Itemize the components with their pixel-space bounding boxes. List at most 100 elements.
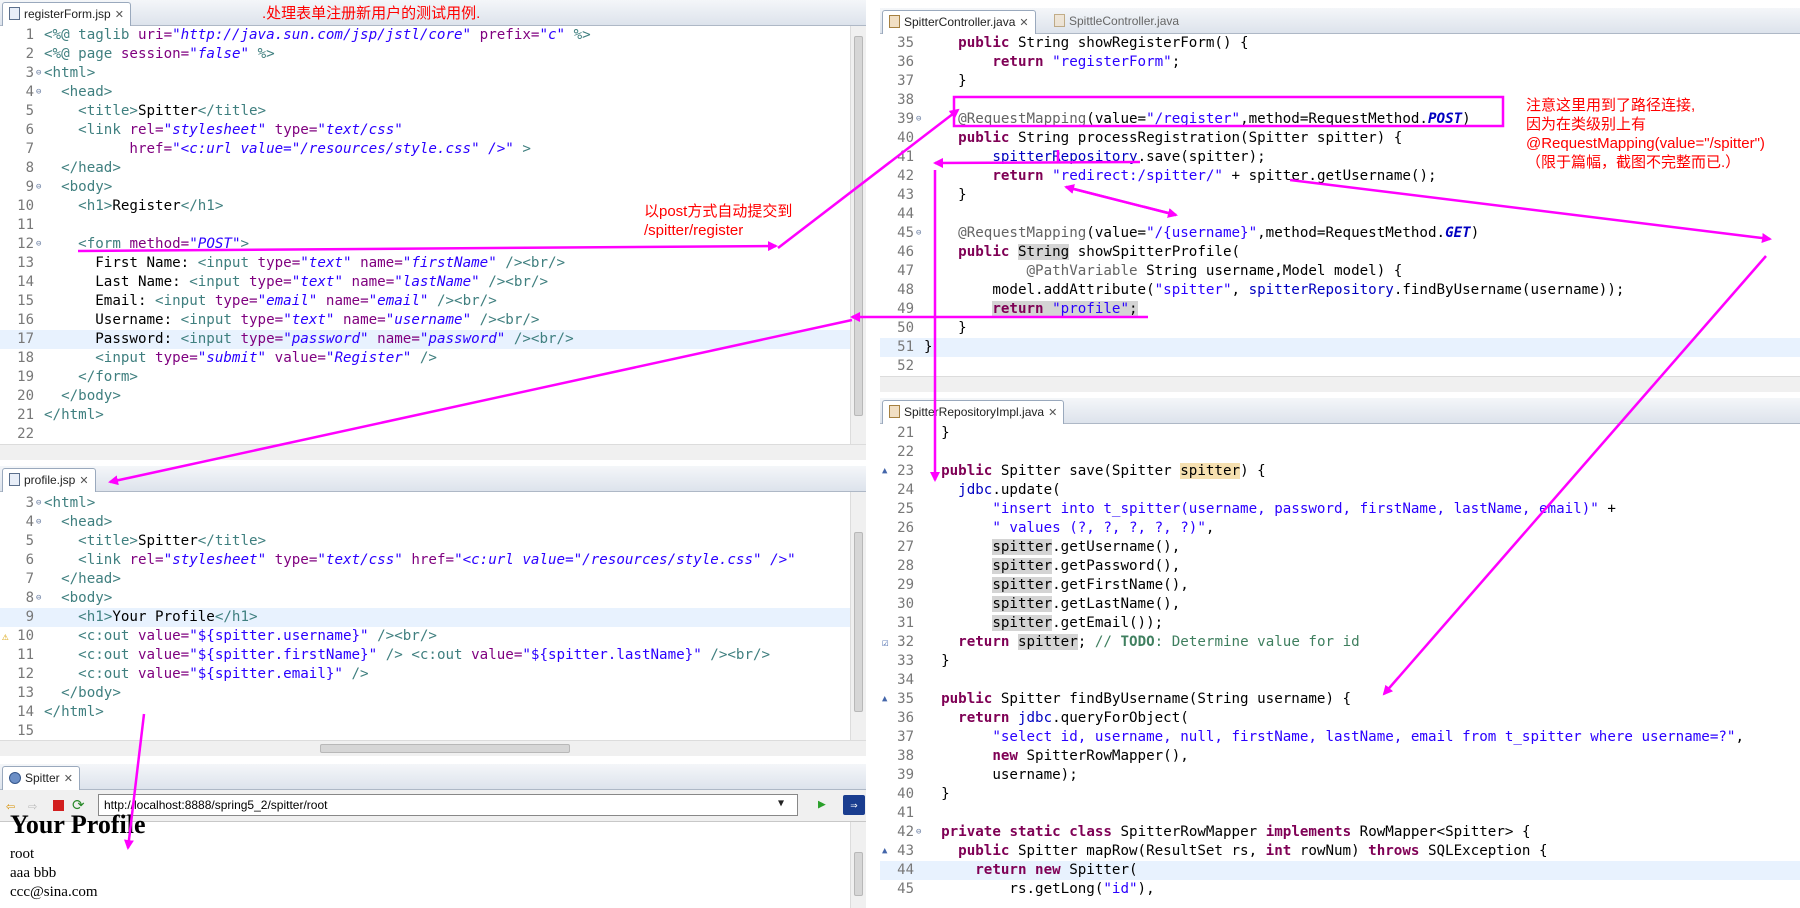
code-line[interactable]: 40 } [880, 785, 1800, 804]
code-line[interactable]: 23 ▲ public Spitter save(Spitter spitter)… [880, 462, 1800, 481]
code-line[interactable]: 9 ⊖ <body> [0, 178, 850, 197]
code-line[interactable]: 5 <title>Spitter</title> [0, 532, 850, 551]
url-dropdown-icon[interactable]: ▼ [778, 798, 784, 809]
override-marker-icon[interactable]: ▲ [882, 690, 887, 709]
code-line[interactable]: 6 <link rel="stylesheet" type="text/css"… [0, 551, 850, 570]
fold-icon[interactable]: ⊖ [36, 235, 41, 254]
code-line[interactable]: 10 ⚠ <c:out value="${spitter.username}" /… [0, 627, 850, 646]
code-line[interactable]: 30 spitter.getLastName(), [880, 595, 1800, 614]
code-line[interactable]: 43 ▲ public Spitter mapRow(ResultSet rs, … [880, 842, 1800, 861]
code-line[interactable]: 44 return new Spitter( [880, 861, 1800, 880]
code-line[interactable]: 35 public String showRegisterForm() { [880, 34, 1800, 53]
code-line[interactable]: 9 <h1>Your Profile</h1> [0, 608, 850, 627]
code-line[interactable]: 20 </body> [0, 387, 850, 406]
code-line[interactable]: 31 spitter.getEmail()); [880, 614, 1800, 633]
fold-icon[interactable]: ⊖ [36, 83, 41, 102]
repository-code[interactable]: 21 } 22 23 ▲ public Spitter save(Spitter sp… [880, 424, 1800, 908]
controller-code[interactable]: 35 public String showRegisterForm() {36 … [880, 34, 1800, 392]
code-line[interactable]: 39 username); [880, 766, 1800, 785]
code-line[interactable]: 3 ⊖ <html> [0, 64, 850, 83]
tab-profile[interactable]: profile.jsp ✕ [2, 468, 96, 492]
code-line[interactable]: 27 spitter.getUsername(), [880, 538, 1800, 557]
code-line[interactable]: 21 </html> [0, 406, 850, 425]
code-line[interactable]: 5 <title>Spitter</title> [0, 102, 850, 121]
fold-icon[interactable]: ⊖ [916, 224, 921, 243]
code-line[interactable]: 21 } [880, 424, 1800, 443]
code-line[interactable]: 6 <link rel="stylesheet" type="text/css" [0, 121, 850, 140]
fold-icon[interactable]: ⊖ [916, 110, 921, 129]
code-line[interactable]: 15 Email: <input type="email" name="emai… [0, 292, 850, 311]
code-line[interactable]: 19 </form> [0, 368, 850, 387]
code-line[interactable]: 42 ⊖ private static class SpitterRowMappe… [880, 823, 1800, 842]
launch-icon[interactable]: ⇒ [843, 795, 865, 815]
code-line[interactable]: 18 <input type="submit" value="Register"… [0, 349, 850, 368]
code-line[interactable]: 22 [880, 443, 1800, 462]
register-form-hscroll[interactable] [0, 444, 866, 460]
fold-icon[interactable]: ⊖ [36, 494, 41, 513]
fold-icon[interactable]: ⊖ [36, 64, 41, 83]
code-line[interactable]: 8 ⊖ <body> [0, 589, 850, 608]
code-line[interactable]: 47 @PathVariable String username,Model m… [880, 262, 1800, 281]
code-line[interactable]: 17 Password: <input type="password" name… [0, 330, 850, 349]
code-line[interactable]: 11 <c:out value="${spitter.firstName}" /… [0, 646, 850, 665]
code-line[interactable]: 8 </head> [0, 159, 850, 178]
fold-icon[interactable]: ⊖ [36, 513, 41, 532]
tab-register-form[interactable]: registerForm.jsp ✕ [2, 2, 131, 26]
code-line[interactable]: 14 Last Name: <input type="text" name="l… [0, 273, 850, 292]
go-icon[interactable]: ▶ [818, 797, 826, 812]
profile-vscroll[interactable] [850, 492, 866, 740]
code-line[interactable]: 4 ⊖ <head> [0, 513, 850, 532]
code-line[interactable]: 35 ▲ public Spitter findByUsername(String… [880, 690, 1800, 709]
code-line[interactable]: 34 [880, 671, 1800, 690]
code-line[interactable]: 49 return "profile"; [880, 300, 1800, 319]
code-line[interactable]: 41 [880, 804, 1800, 823]
code-line[interactable]: 7 </head> [0, 570, 850, 589]
code-line[interactable]: 38 new SpitterRowMapper(), [880, 747, 1800, 766]
code-line[interactable]: 45 ⊖ @RequestMapping(value="/{username}",… [880, 224, 1800, 243]
code-line[interactable]: 26 " values (?, ?, ?, ?, ?)", [880, 519, 1800, 538]
code-line[interactable]: 29 spitter.getFirstName(), [880, 576, 1800, 595]
tab-spitter-controller[interactable]: SpitterController.java ✕ [882, 10, 1036, 34]
override-marker-icon[interactable]: ▲ [882, 842, 887, 861]
code-line[interactable]: 45 rs.getLong("id"), [880, 880, 1800, 899]
code-line[interactable]: 28 spitter.getPassword(), [880, 557, 1800, 576]
close-icon[interactable]: ✕ [1048, 407, 1057, 419]
fold-icon[interactable]: ⊖ [36, 589, 41, 608]
code-line[interactable]: 13 </body> [0, 684, 850, 703]
code-line[interactable]: 24 jdbc.update( [880, 481, 1800, 500]
register-form-vscroll[interactable] [850, 26, 866, 444]
register-form-code[interactable]: 1 <%@ taglib uri="http://java.sun.com/jsp… [0, 26, 866, 460]
code-line[interactable]: 13 First Name: <input type="text" name="… [0, 254, 850, 273]
code-line[interactable]: 12 <c:out value="${spitter.email}" /> [0, 665, 850, 684]
profile-hscroll[interactable] [0, 740, 866, 756]
code-line[interactable]: 50 } [880, 319, 1800, 338]
code-line[interactable]: 43 } [880, 186, 1800, 205]
profile-code[interactable]: 3 ⊖ <html> 4 ⊖ <head> 5 <title>Spitter</title… [0, 492, 866, 756]
tab-spittle-controller[interactable]: SpittleController.java [1048, 10, 1185, 34]
code-line[interactable]: 36 return jdbc.queryForObject( [880, 709, 1800, 728]
code-line[interactable]: 36 return "registerForm"; [880, 53, 1800, 72]
code-line[interactable]: 2 <%@ page session="false" %> [0, 45, 850, 64]
code-line[interactable]: 22 [0, 425, 850, 444]
task-icon[interactable]: ☑ [882, 633, 889, 652]
close-icon[interactable]: ✕ [115, 9, 124, 21]
close-icon[interactable]: ✕ [1019, 17, 1028, 29]
code-line[interactable]: 4 ⊖ <head> [0, 83, 850, 102]
code-line[interactable]: 14 </html> [0, 703, 850, 722]
warning-icon[interactable]: ⚠ [2, 627, 9, 646]
code-line[interactable]: 46 public String showSpitterProfile( [880, 243, 1800, 262]
fold-icon[interactable]: ⊖ [916, 823, 921, 842]
code-line[interactable]: 3 ⊖ <html> [0, 494, 850, 513]
url-input[interactable] [98, 794, 798, 816]
close-icon[interactable]: ✕ [79, 475, 88, 487]
code-line[interactable]: 52 [880, 357, 1800, 376]
controller-hscroll[interactable] [880, 376, 1800, 392]
code-line[interactable]: 33 } [880, 652, 1800, 671]
code-line[interactable]: 15 [0, 722, 850, 741]
override-marker-icon[interactable]: ▲ [882, 462, 887, 481]
code-line[interactable]: 44 [880, 205, 1800, 224]
code-line[interactable]: 48 model.addAttribute("spitter", spitter… [880, 281, 1800, 300]
browser-vscroll[interactable] [850, 822, 866, 908]
code-line[interactable]: 7 href="<c:url value="/resources/style.c… [0, 140, 850, 159]
tab-browser[interactable]: Spitter ✕ [2, 766, 80, 790]
